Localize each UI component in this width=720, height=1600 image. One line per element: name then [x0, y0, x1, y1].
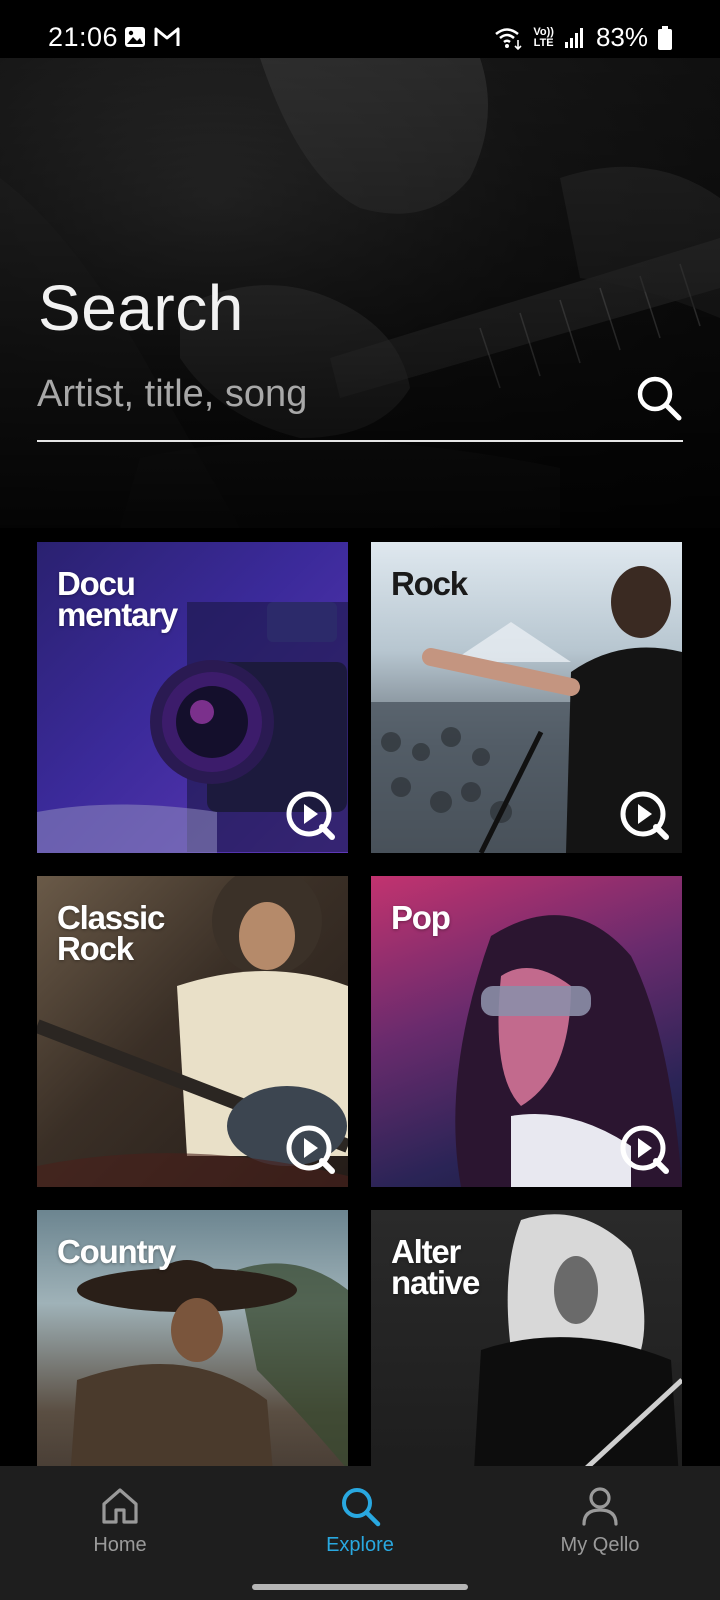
- nav-label: Home: [93, 1534, 147, 1556]
- nav-label: Explore: [326, 1534, 394, 1556]
- page-title: Search: [38, 272, 244, 344]
- signal-icon: [564, 27, 583, 48]
- gesture-bar[interactable]: [252, 1584, 468, 1590]
- nav-item-home[interactable]: Home: [40, 1484, 200, 1574]
- bottom-nav: Home Explore My Qello: [0, 1466, 720, 1600]
- gmail-icon: [154, 27, 180, 46]
- genre-label: Rock: [391, 565, 468, 602]
- home-icon: [102, 1488, 138, 1524]
- play-icon: [286, 791, 335, 840]
- genre-label: Classic Rock: [57, 899, 165, 967]
- search-icon: [637, 376, 682, 421]
- status-right-icons: Vo)) LTE 83%: [493, 22, 672, 53]
- volte-label: Vo)): [533, 25, 554, 38]
- play-icon: [620, 1125, 669, 1174]
- search-input[interactable]: [37, 370, 597, 418]
- nav-label: My Qello: [560, 1534, 640, 1556]
- genre-tile-documentary[interactable]: Docu mentary: [37, 542, 348, 853]
- lte-label: LTE: [533, 36, 554, 49]
- status-time: 21:06: [48, 22, 119, 52]
- genre-tile-pop[interactable]: Pop: [371, 876, 682, 1187]
- genre-tile-classic-rock[interactable]: Classic Rock: [37, 876, 348, 1187]
- genre-label: Pop: [391, 899, 451, 936]
- user-icon: [582, 1487, 618, 1526]
- nav-item-my-qello[interactable]: My Qello: [520, 1484, 680, 1574]
- genre-tile-rock[interactable]: Rock: [371, 542, 682, 853]
- volte-icon: Vo)) LTE: [533, 25, 554, 49]
- genre-label: Alter native: [391, 1233, 480, 1301]
- wifi-icon: [495, 27, 522, 50]
- battery-percent: 83%: [595, 22, 648, 52]
- nav-item-explore[interactable]: Explore: [280, 1484, 440, 1574]
- genre-label: Docu mentary: [57, 565, 178, 633]
- play-icon: [286, 1125, 335, 1174]
- search-icon: [342, 1488, 381, 1527]
- search-field: [37, 358, 683, 442]
- status-bar: 21:06 Vo)) LTE 83%: [0, 0, 720, 58]
- search-button[interactable]: [635, 374, 683, 422]
- search-hero: Search: [0, 58, 720, 528]
- play-icon: [620, 791, 669, 840]
- genre-label: Country: [57, 1233, 176, 1270]
- status-left-icons: [124, 26, 180, 48]
- battery-icon: [658, 25, 672, 50]
- gallery-icon: [125, 27, 145, 47]
